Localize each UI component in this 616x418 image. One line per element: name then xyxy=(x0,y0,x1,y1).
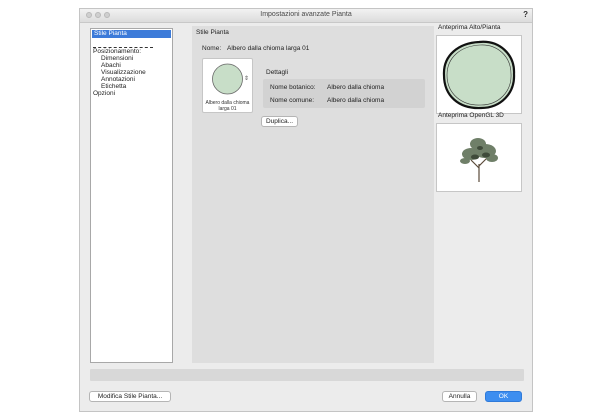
ok-button[interactable]: OK xyxy=(485,391,522,402)
common-name-value: Albero dalla chioma xyxy=(327,97,385,104)
details-title: Dettagli xyxy=(266,69,289,76)
tree-plan-icon xyxy=(442,40,516,110)
name-label: Nome: xyxy=(202,45,222,52)
details-box: Nome botanico: Albero dalla chioma Nome … xyxy=(263,79,425,108)
top-preview-box xyxy=(436,35,522,114)
thumbnail-caption: Albero dalla chioma larga 01 xyxy=(205,100,250,112)
section-title: Stile Pianta xyxy=(196,29,229,36)
status-bar xyxy=(90,369,524,381)
sidebar-item-opzioni[interactable]: Opzioni xyxy=(91,90,172,98)
dialog-window: Impostazioni avanzate Pianta ? Stile Pia… xyxy=(79,8,533,412)
opengl-preview-box xyxy=(436,123,522,192)
common-name-label: Nome comune: xyxy=(270,97,315,104)
help-icon[interactable]: ? xyxy=(523,10,528,19)
style-thumbnail[interactable]: Albero dalla chioma larga 01 xyxy=(202,58,253,113)
style-panel: Stile Pianta Nome: Albero dalla chioma l… xyxy=(192,26,434,363)
duplicate-button[interactable]: Duplica... xyxy=(261,116,298,127)
thumbnail-stepper-icon[interactable]: ⇕ xyxy=(244,75,249,82)
botanical-name-label: Nome botanico: xyxy=(270,84,316,91)
name-value: Albero dalla chioma larga 01 xyxy=(227,45,310,52)
cancel-button[interactable]: Annulla xyxy=(442,391,477,402)
opengl-preview-title: Anteprima OpenGL 3D xyxy=(438,112,504,119)
top-preview-title: Anteprima Alto/Pianta xyxy=(438,24,501,31)
sidebar-item-stile-pianta[interactable]: Stile Pianta xyxy=(92,30,171,38)
botanical-name-value: Albero dalla chioma xyxy=(327,84,385,91)
tree-3d-icon xyxy=(460,138,498,182)
settings-sidebar: Stile Pianta Posizionamento: Dimensioni … xyxy=(90,28,173,363)
window-title: Impostazioni avanzate Pianta xyxy=(260,11,352,18)
title-bar: Impostazioni avanzate Pianta ? xyxy=(80,9,532,23)
modify-style-button[interactable]: Modifica Stile Pianta... xyxy=(89,391,171,402)
